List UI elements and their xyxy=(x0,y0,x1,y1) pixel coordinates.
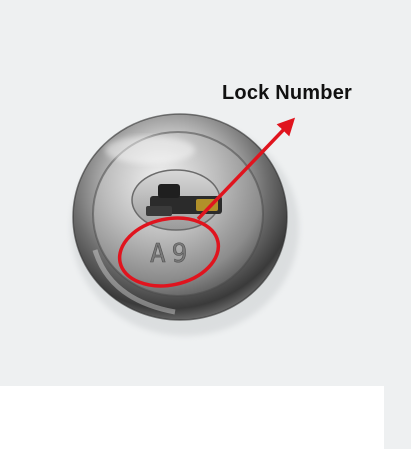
lock-number-stamp: A9 xyxy=(150,239,193,269)
lock-cylinder-image: A9 xyxy=(71,113,299,336)
lock-number-label: Lock Number xyxy=(222,82,353,104)
